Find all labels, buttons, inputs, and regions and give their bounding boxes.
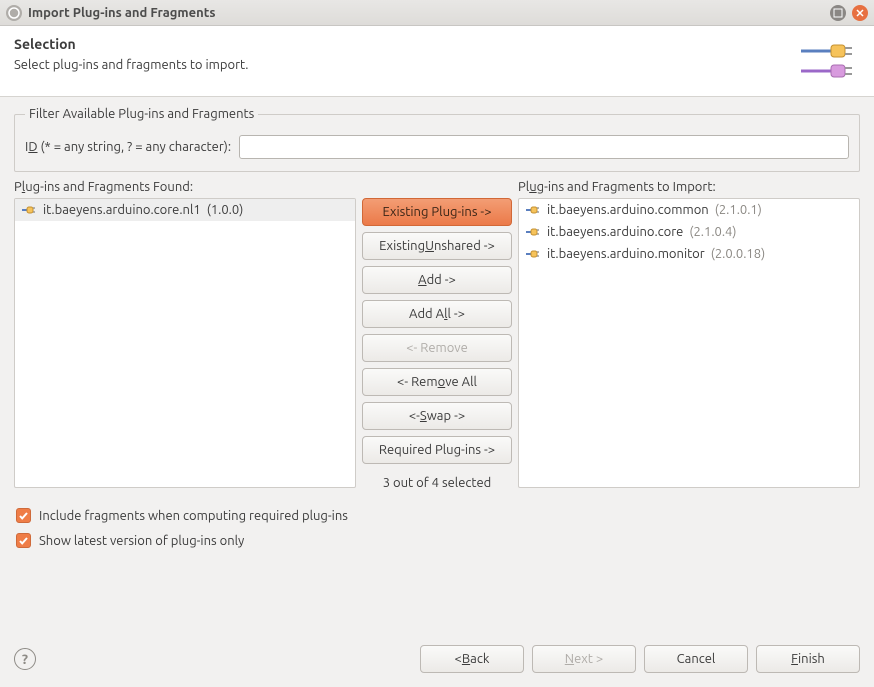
plugin-name: it.baeyens.arduino.monitor	[547, 247, 705, 261]
id-filter-input[interactable]	[239, 135, 849, 159]
found-list[interactable]: it.baeyens.arduino.core.nl1 (1.0.0)	[14, 198, 356, 488]
remove-button: <- Remove	[362, 334, 512, 362]
plugin-name: it.baeyens.arduino.core	[547, 225, 683, 239]
finish-button[interactable]: Finish	[756, 645, 860, 673]
list-item[interactable]: it.baeyens.arduino.common (2.1.0.1)	[519, 199, 859, 221]
list-item[interactable]: it.baeyens.arduino.core.nl1 (1.0.0)	[15, 199, 355, 221]
swap-button[interactable]: <- Swap ->	[362, 402, 512, 430]
cancel-button[interactable]: Cancel	[644, 645, 748, 673]
import-label: Plug-ins and Fragments to Import:	[518, 180, 860, 194]
existing-plugins-button[interactable]: Existing Plug-ins ->	[362, 198, 512, 226]
show-latest-label: Show latest version of plug-ins only	[39, 534, 244, 548]
filter-legend: Filter Available Plug-ins and Fragments	[25, 107, 258, 121]
page-description: Select plug-ins and fragments to import.	[14, 58, 796, 72]
found-label: Plug-ins and Fragments Found:	[14, 180, 356, 194]
show-latest-checkbox-row[interactable]: Show latest version of plug-ins only	[16, 533, 860, 548]
plugin-icon	[21, 202, 37, 218]
plugin-icon	[525, 246, 541, 262]
wizard-banner-icon	[796, 36, 860, 86]
plugin-icon	[525, 224, 541, 240]
plugin-version: (2.1.0.1)	[715, 203, 762, 217]
titlebar: Import Plug-ins and Fragments	[0, 0, 874, 26]
window-title: Import Plug-ins and Fragments	[28, 6, 824, 20]
plugin-version: (1.0.0)	[207, 203, 244, 217]
plugin-version: (2.0.0.18)	[711, 247, 765, 261]
checkbox-checked-icon	[16, 508, 31, 523]
checkbox-checked-icon	[16, 533, 31, 548]
plugin-version: (2.1.0.4)	[689, 225, 736, 239]
next-button: Next >	[532, 645, 636, 673]
page-title: Selection	[14, 36, 796, 52]
list-item[interactable]: it.baeyens.arduino.monitor (2.0.0.18)	[519, 243, 859, 265]
remove-all-button[interactable]: <- Remove All	[362, 368, 512, 396]
plugin-name: it.baeyens.arduino.core.nl1	[43, 203, 201, 217]
required-plugins-button[interactable]: Required Plug-ins ->	[362, 436, 512, 464]
plugin-name: it.baeyens.arduino.common	[547, 203, 709, 217]
id-filter-label: ID (* = any string, ? = any character):	[25, 140, 231, 154]
include-fragments-checkbox-row[interactable]: Include fragments when computing require…	[16, 508, 860, 523]
add-button[interactable]: Add ->	[362, 266, 512, 294]
import-list[interactable]: it.baeyens.arduino.common (2.1.0.1) it.b…	[518, 198, 860, 488]
back-button[interactable]: < Back	[420, 645, 524, 673]
close-button[interactable]	[852, 5, 868, 21]
minimize-button[interactable]	[830, 5, 846, 21]
list-item[interactable]: it.baeyens.arduino.core (2.1.0.4)	[519, 221, 859, 243]
plugin-icon	[525, 202, 541, 218]
existing-unshared-button[interactable]: Existing Unshared ->	[362, 232, 512, 260]
include-fragments-label: Include fragments when computing require…	[39, 509, 348, 523]
app-icon	[6, 5, 22, 21]
filter-group: Filter Available Plug-ins and Fragments …	[14, 107, 860, 172]
help-button[interactable]: ?	[14, 648, 36, 670]
selection-status: 3 out of 4 selected	[362, 476, 512, 490]
add-all-button[interactable]: Add All ->	[362, 300, 512, 328]
wizard-footer: ? < Back Next > Cancel Finish	[0, 633, 874, 687]
wizard-header: Selection Select plug-ins and fragments …	[0, 26, 874, 97]
